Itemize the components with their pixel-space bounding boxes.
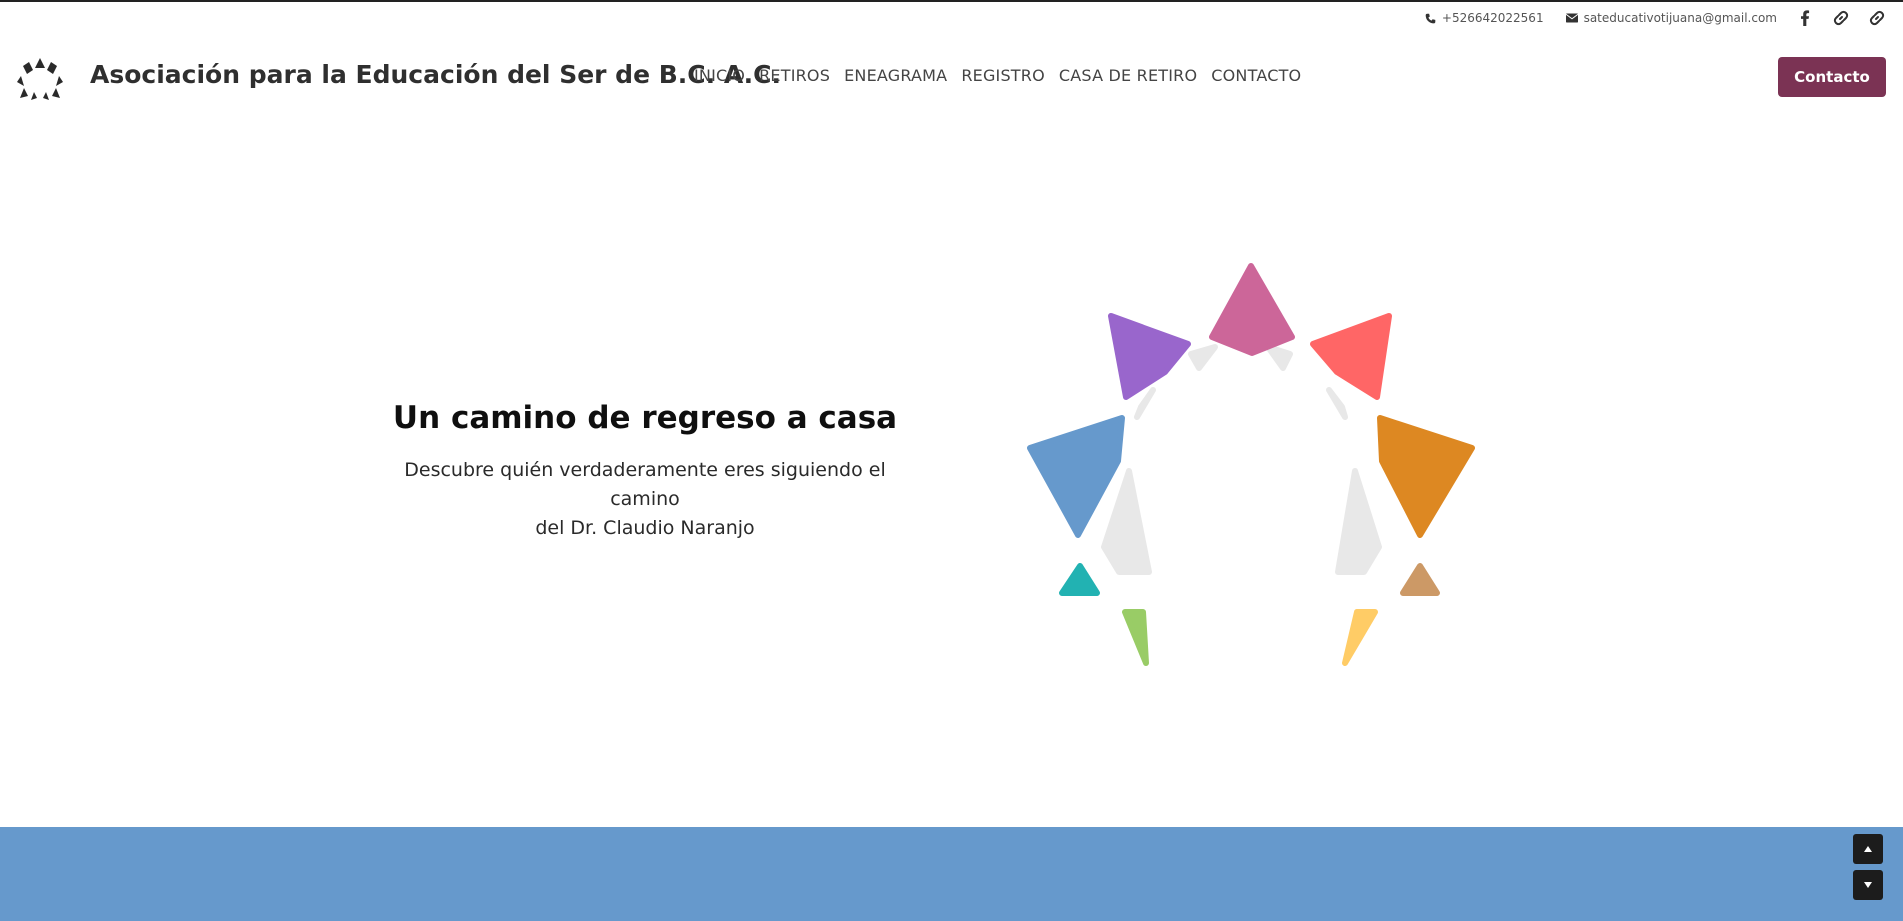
- nav-eneagrama[interactable]: ENEAGRAMA: [844, 66, 947, 85]
- logo[interactable]: [16, 56, 64, 102]
- enneagram-point-red: [1310, 313, 1392, 400]
- caret-up-icon: [1864, 846, 1872, 852]
- hero-title: Un camino de regreso a casa: [392, 400, 898, 436]
- nav-retiros[interactable]: RETIROS: [759, 66, 830, 85]
- enneagram-point-magenta: [1209, 263, 1295, 356]
- enneagram-point-teal: [1059, 563, 1100, 596]
- nav-registro[interactable]: REGISTRO: [961, 66, 1045, 85]
- enneagram-point-purple: [1108, 313, 1191, 400]
- hero: Un camino de regreso a casa Descubre qui…: [370, 400, 920, 543]
- main-nav: INICIO RETIROS ENEAGRAMA REGISTRO CASA D…: [694, 66, 1315, 85]
- email-contact[interactable]: sateducativotijuana@gmail.com: [1565, 11, 1777, 25]
- topbar: +526642022561 sateducativotijuana@gmail.…: [1403, 10, 1885, 26]
- enneagram-illustration: [1027, 263, 1475, 666]
- envelope-icon: [1565, 13, 1578, 23]
- phone-contact[interactable]: +526642022561: [1425, 11, 1544, 25]
- link-icon[interactable]: [1869, 10, 1885, 26]
- enneagram-point-yellow: [1342, 609, 1378, 666]
- enneagram-point-blue: [1027, 415, 1125, 538]
- phone-number: +526642022561: [1441, 11, 1544, 25]
- hero-subtitle-line1: Descubre quién verdaderamente eres sigui…: [404, 459, 886, 510]
- scroll-down-button[interactable]: [1853, 870, 1883, 900]
- caret-down-icon: [1864, 882, 1872, 888]
- enneagram-point-orange: [1377, 415, 1475, 538]
- email-address: sateducativotijuana@gmail.com: [1583, 11, 1777, 25]
- phone-icon: [1425, 13, 1436, 24]
- link-icon[interactable]: [1833, 10, 1849, 26]
- page: +526642022561 sateducativotijuana@gmail.…: [0, 0, 1903, 921]
- contacto-button[interactable]: Contacto: [1778, 57, 1886, 97]
- hero-subtitle-line2: del Dr. Claudio Naranjo: [535, 517, 755, 539]
- site-title[interactable]: Asociación para la Educación del Ser de …: [90, 60, 781, 89]
- scroll-up-button[interactable]: [1853, 834, 1883, 864]
- enneagram-point-tan: [1400, 563, 1440, 596]
- facebook-icon[interactable]: [1797, 10, 1813, 26]
- section-band: [0, 827, 1903, 921]
- hero-subtitle: Descubre quién verdaderamente eres sigui…: [370, 456, 920, 543]
- nav-contacto[interactable]: CONTACTO: [1211, 66, 1301, 85]
- enneagram-point-green: [1122, 609, 1149, 666]
- header: Asociación para la Educación del Ser de …: [0, 52, 1903, 102]
- nav-inicio[interactable]: INICIO: [694, 66, 745, 85]
- nav-casa-de-retiro[interactable]: CASA DE RETIRO: [1059, 66, 1197, 85]
